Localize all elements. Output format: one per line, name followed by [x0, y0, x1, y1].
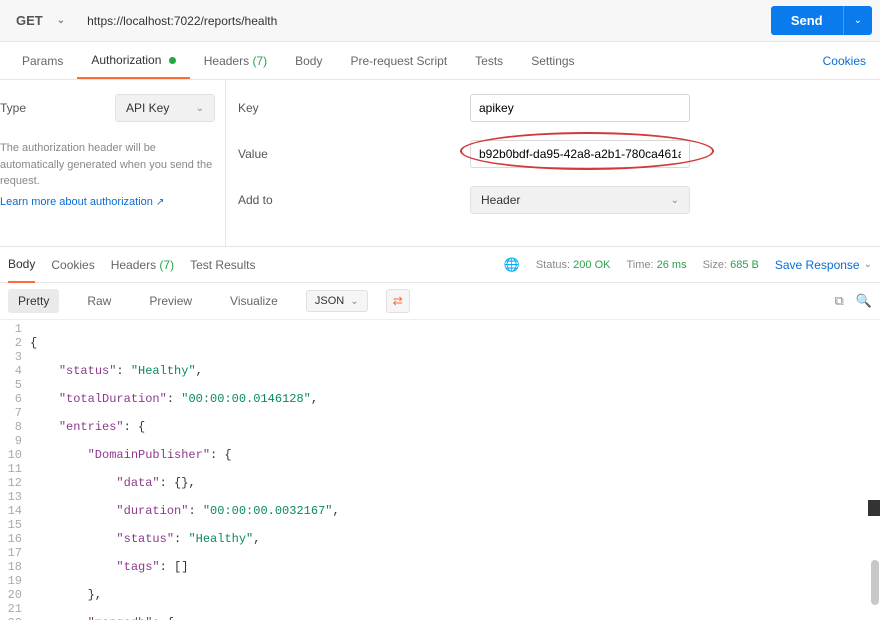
chevron-down-icon: ⌄	[671, 195, 679, 206]
http-method-value: GET	[16, 13, 43, 28]
auth-type-value: API Key	[126, 101, 169, 115]
authorization-panel: Type API Key ⌄ The authorization header …	[0, 80, 880, 247]
time-block: Time: 26 ms	[626, 259, 686, 271]
learn-more-link[interactable]: Learn more about authorization ↗	[0, 196, 215, 208]
chevron-down-icon: ⌄	[864, 259, 872, 270]
network-icon[interactable]: 🌐	[504, 257, 520, 273]
text-cursor-icon	[868, 500, 880, 516]
addto-select[interactable]: Header ⌄	[470, 186, 690, 214]
send-button[interactable]: Send	[771, 6, 843, 35]
tab-headers-label: Headers	[204, 54, 249, 68]
auth-description: The authorization header will be automat…	[0, 140, 215, 190]
time-label: Time:	[626, 259, 653, 271]
addto-value: Header	[481, 193, 520, 207]
send-dropdown-button[interactable]: ⌄	[843, 6, 872, 35]
auth-type-label: Type	[0, 101, 26, 115]
resp-tab-headers-label: Headers	[111, 258, 156, 272]
view-preview-button[interactable]: Preview	[139, 289, 202, 313]
tab-headers-count: (7)	[252, 54, 267, 68]
resp-tab-body[interactable]: Body	[8, 247, 35, 283]
search-icon[interactable]: 🔍	[856, 293, 872, 309]
request-url-bar: GET ⌄ Send ⌄	[0, 0, 880, 42]
status-value: 200 OK	[573, 259, 610, 271]
value-label: Value	[238, 147, 470, 161]
code-content: { "status": "Healthy", "totalDuration": …	[30, 320, 880, 620]
line-gutter: 12345678910111213141516171819202122	[0, 320, 30, 620]
status-label: Status:	[536, 259, 570, 271]
external-link-icon: ↗	[156, 197, 164, 208]
save-response-label: Save Response	[775, 258, 860, 272]
resp-tab-headers-count: (7)	[159, 258, 174, 272]
format-value: JSON	[315, 295, 344, 307]
tab-authorization[interactable]: Authorization	[77, 43, 189, 79]
response-body-viewer[interactable]: 12345678910111213141516171819202122 { "s…	[0, 320, 880, 620]
status-block: Status: 200 OK	[536, 259, 611, 271]
cookies-link[interactable]: Cookies	[823, 54, 872, 68]
request-tabs: Params Authorization Headers (7) Body Pr…	[0, 42, 880, 80]
tab-prerequest[interactable]: Pre-request Script	[336, 44, 461, 78]
active-dot-icon	[169, 57, 176, 64]
chevron-down-icon: ⌄	[350, 296, 358, 307]
tab-params[interactable]: Params	[8, 44, 77, 78]
resp-tab-tests[interactable]: Test Results	[190, 248, 255, 282]
response-tabs: Body Cookies Headers (7) Test Results 🌐 …	[0, 247, 880, 283]
key-label: Key	[238, 101, 470, 115]
view-visualize-button[interactable]: Visualize	[220, 289, 288, 313]
tab-tests[interactable]: Tests	[461, 44, 517, 78]
addto-label: Add to	[238, 193, 470, 207]
size-label: Size:	[703, 259, 727, 271]
view-pretty-button[interactable]: Pretty	[8, 289, 59, 313]
size-value: 685 B	[730, 259, 759, 271]
tab-authorization-label: Authorization	[91, 53, 161, 67]
tab-body[interactable]: Body	[281, 44, 336, 78]
auth-right-column: Key Value Add to Header ⌄	[226, 80, 880, 246]
auth-left-column: Type API Key ⌄ The authorization header …	[0, 80, 226, 246]
chevron-down-icon: ⌄	[196, 103, 204, 114]
tab-headers[interactable]: Headers (7)	[190, 44, 281, 78]
tab-settings[interactable]: Settings	[517, 44, 588, 78]
url-input[interactable]	[81, 10, 763, 32]
wrap-lines-button[interactable]: ⇄	[386, 289, 410, 313]
save-response-link[interactable]: Save Response ⌄	[775, 258, 872, 272]
chevron-down-icon: ⌄	[57, 15, 65, 26]
http-method-select[interactable]: GET ⌄	[8, 9, 73, 32]
send-button-group: Send ⌄	[771, 6, 872, 35]
learn-more-label: Learn more about authorization	[0, 196, 153, 208]
resp-tab-headers[interactable]: Headers (7)	[111, 248, 174, 282]
view-raw-button[interactable]: Raw	[77, 289, 121, 313]
size-block: Size: 685 B	[703, 259, 759, 271]
resp-tab-cookies[interactable]: Cookies	[51, 248, 94, 282]
annotation-circle	[470, 140, 690, 168]
scrollbar[interactable]	[870, 320, 880, 620]
format-select[interactable]: JSON ⌄	[306, 290, 368, 312]
copy-icon[interactable]: ⧉	[835, 293, 844, 309]
scrollbar-thumb[interactable]	[871, 560, 879, 605]
time-value: 26 ms	[657, 259, 687, 271]
auth-type-select[interactable]: API Key ⌄	[115, 94, 215, 122]
value-input[interactable]	[470, 140, 690, 168]
key-input[interactable]	[470, 94, 690, 122]
body-view-toolbar: Pretty Raw Preview Visualize JSON ⌄ ⇄ ⧉ …	[0, 283, 880, 320]
